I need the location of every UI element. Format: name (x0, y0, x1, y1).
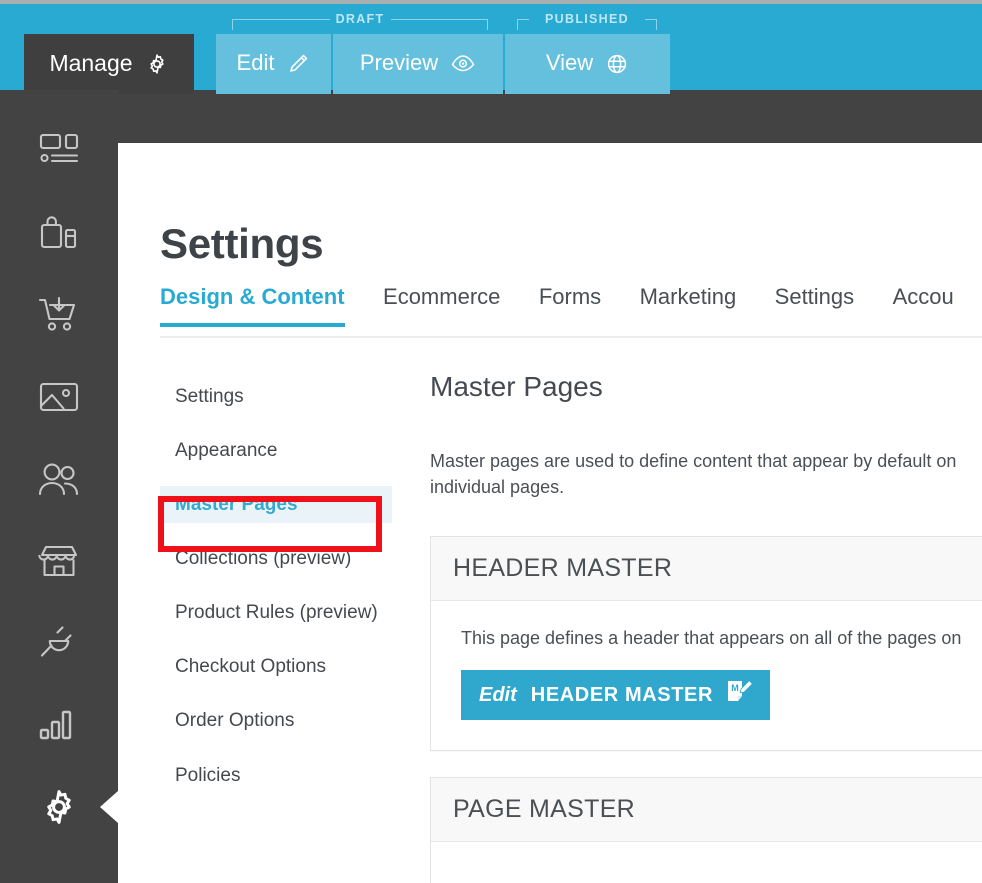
apps-plug-icon (38, 624, 80, 662)
mode-tab-manage-label: Manage (49, 49, 133, 76)
rail-item-apps[interactable] (0, 612, 118, 674)
card-page-master-body (431, 842, 982, 883)
section-title: Master Pages (430, 371, 603, 402)
rail-item-store[interactable] (0, 530, 118, 592)
tab-ecommerce[interactable]: Ecommerce (383, 284, 500, 327)
settings-gear-icon (38, 786, 80, 828)
tab-forms[interactable]: Forms (539, 284, 601, 327)
subnav-item-settings[interactable]: Settings (160, 378, 392, 415)
mode-tab-preview[interactable]: Preview (333, 34, 503, 94)
mode-tab-view-label: View (545, 50, 594, 75)
edit-header-master-button-prefix: Edit (479, 683, 517, 706)
subnav-item-order-options[interactable]: Order Options (160, 702, 392, 739)
section-description: Master pages are used to define content … (430, 451, 957, 497)
mode-tab-edit[interactable]: Edit (216, 34, 331, 94)
edit-header-master-button[interactable]: Edit HEADER MASTER M (461, 670, 771, 721)
card-header-master-body: This page defines a header that appears … (431, 601, 982, 750)
subnav-item-product-rules[interactable]: Product Rules (preview) (160, 594, 392, 631)
state-published-text: PUBLISHED (539, 12, 635, 26)
card-page-master-heading: PAGE MASTER (431, 778, 982, 843)
edit-page-icon: M (725, 679, 755, 711)
rail-item-products[interactable] (0, 202, 118, 264)
edit-header-master-button-label: HEADER MASTER (530, 683, 714, 706)
subnav-item-checkout-options[interactable]: Checkout Options (160, 648, 392, 685)
pencil-icon (286, 52, 310, 76)
mode-tab-manage[interactable]: Manage (24, 34, 194, 94)
dashboard-icon (38, 132, 80, 170)
rail-item-dashboard[interactable] (0, 120, 118, 182)
tab-account[interactable]: Accou (893, 284, 954, 327)
settings-tabbar: Design & Content Ecommerce Forms Marketi… (160, 284, 982, 336)
card-header-master-heading: HEADER MASTER (431, 537, 982, 602)
mode-tab-view[interactable]: View (505, 34, 670, 94)
tab-design-content[interactable]: Design & Content (160, 284, 345, 327)
rail-item-customers[interactable] (0, 448, 118, 510)
master-pages-section: Master Pages Master pages are used to de… (430, 371, 982, 883)
content-panel: Settings Design & Content Ecommerce Form… (118, 143, 982, 883)
card-header-master-text: This page defines a header that appears … (461, 628, 962, 649)
products-bag-icon (39, 213, 79, 253)
rail-item-analytics[interactable] (0, 694, 118, 756)
analytics-bars-icon (38, 709, 80, 741)
media-image-icon (38, 380, 80, 414)
subnav-item-collections[interactable]: Collections (preview) (160, 540, 392, 577)
store-icon (37, 543, 81, 579)
state-label-draft: DRAFT (232, 8, 488, 30)
mode-tab-edit-label: Edit (236, 50, 275, 75)
orders-cart-icon (37, 295, 81, 335)
state-draft-text: DRAFT (329, 12, 391, 26)
eye-icon (450, 52, 476, 76)
settings-subnav: Settings Appearance Master Pages Collect… (160, 378, 392, 811)
customers-people-icon (37, 461, 81, 497)
rail-item-media[interactable] (0, 366, 118, 428)
gear-icon (145, 52, 169, 76)
tab-marketing[interactable]: Marketing (640, 284, 737, 327)
mode-tab-preview-label: Preview (359, 50, 439, 75)
app-root: DRAFT PUBLISHED Manage Edit Preview View… (0, 0, 982, 883)
mode-bar: DRAFT PUBLISHED Manage Edit Preview View (0, 4, 982, 94)
state-label-published: PUBLISHED (517, 8, 657, 30)
svg-text:M: M (731, 683, 739, 693)
subnav-item-appearance[interactable]: Appearance (160, 432, 392, 469)
left-icon-rail (0, 90, 118, 883)
active-rail-pointer (100, 791, 118, 823)
globe-icon (605, 52, 629, 76)
card-page-master: PAGE MASTER (430, 777, 982, 883)
tabs-divider (160, 336, 982, 338)
page-title: Settings (160, 220, 324, 268)
tab-settings[interactable]: Settings (775, 284, 855, 327)
subnav-item-policies[interactable]: Policies (160, 757, 392, 794)
subnav-item-master-pages[interactable]: Master Pages (160, 486, 392, 524)
card-header-master: HEADER MASTER This page defines a header… (430, 536, 982, 752)
rail-item-orders[interactable] (0, 284, 118, 346)
